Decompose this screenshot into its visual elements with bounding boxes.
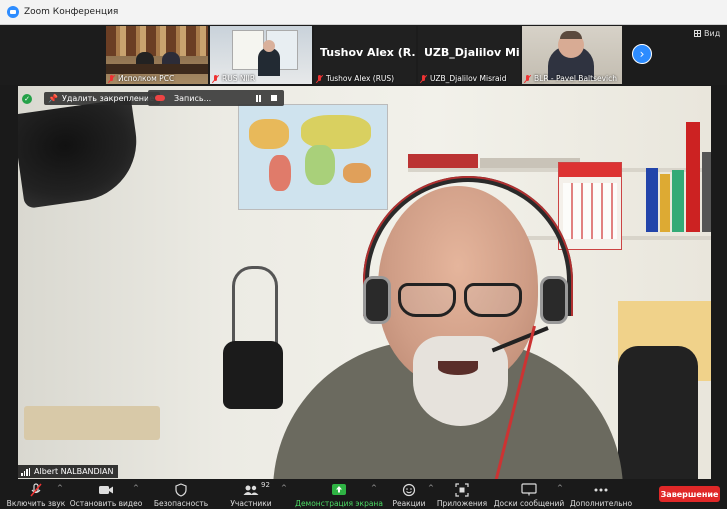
stop-recording-button[interactable] [268,92,280,104]
next-page-button[interactable]: › [632,44,652,64]
security-button[interactable]: Безопасность [152,480,210,509]
audio-options-chevron-icon[interactable]: ^ [57,484,63,492]
mic-muted-icon [316,74,323,83]
stop-video-button[interactable]: Остановить видео [70,480,142,509]
title-bar: Zoom Конференция [0,0,727,25]
laptop [24,406,160,440]
thumbnail-video-2[interactable]: RUS NIIR [210,26,312,84]
mic-muted-icon [30,482,42,496]
whiteboard-icon [521,483,537,496]
wall-map [238,104,388,210]
shield-icon [175,482,187,497]
unpin-bar: ✓ 📌 Удалить закрепление [22,91,161,106]
thumbnail-strip: Исполком РСС RUS NIIR Tushov Alex (R... … [0,25,727,85]
pause-recording-button[interactable] [252,92,264,104]
participants-count: 92 [261,481,270,489]
thumbnail-name-tushov[interactable]: Tushov Alex (R... Tushov Alex (RUS) [314,26,416,84]
mic-muted-icon [108,74,115,83]
wall-poster [558,162,622,250]
signal-bars-icon [21,467,31,476]
share-screen-button[interactable]: Демонстрация экрана [295,480,383,509]
mic-muted-icon [524,74,531,83]
more-dots-icon [594,488,608,491]
pin-icon: 📌 [48,94,58,103]
apps-button[interactable]: Приложения [436,480,488,509]
mic-muted-icon [420,74,427,83]
participants-icon [243,485,259,495]
smiley-icon [402,483,416,496]
more-button[interactable]: Дополнительно [570,480,632,509]
chevron-right-icon: › [639,47,645,61]
hanging-bag [223,341,283,409]
pause-icon [255,94,261,102]
mic-muted-icon [212,74,219,83]
thumbnail-video-5[interactable]: BLR - Pavel Baltsevich [522,26,622,84]
share-screen-icon [332,484,346,495]
thumbnail-video-1[interactable]: Исполком РСС [106,26,208,84]
whiteboards-button[interactable]: Доски сообщений [494,480,564,509]
reactions-button[interactable]: Реакции [390,480,428,509]
end-meeting-button[interactable]: Завершение [659,486,720,502]
main-video[interactable] [18,86,711,479]
share-options-chevron-icon[interactable]: ^ [371,484,377,492]
video-camera-icon [99,485,113,494]
view-button[interactable]: Вид [694,29,720,38]
whiteboards-chevron-icon[interactable]: ^ [557,484,563,492]
shield-check-icon: ✓ [22,93,32,104]
reactions-chevron-icon[interactable]: ^ [428,484,434,492]
thumbnail-name-djalilov[interactable]: UZB_Djalilov Mi... UZB_Djalilov Misraid [418,26,520,84]
window-title: Zoom Конференция [24,7,119,17]
participants-button[interactable]: 92 Участники [228,480,274,509]
recording-bar: Запись... [148,90,284,106]
speaker-name-label: Albert NALBANDIAN [18,465,118,478]
stop-icon [271,95,277,101]
cloud-record-icon [155,95,165,101]
apps-icon [455,482,469,497]
grid-view-icon [694,30,701,37]
meeting-toolbar: Включить звук ^ Остановить видео ^ Безоп… [0,480,727,509]
unpin-button[interactable]: 📌 Удалить закрепление [44,92,161,105]
participants-chevron-icon[interactable]: ^ [281,484,287,492]
zoom-logo-icon [7,6,19,18]
video-options-chevron-icon[interactable]: ^ [133,484,139,492]
